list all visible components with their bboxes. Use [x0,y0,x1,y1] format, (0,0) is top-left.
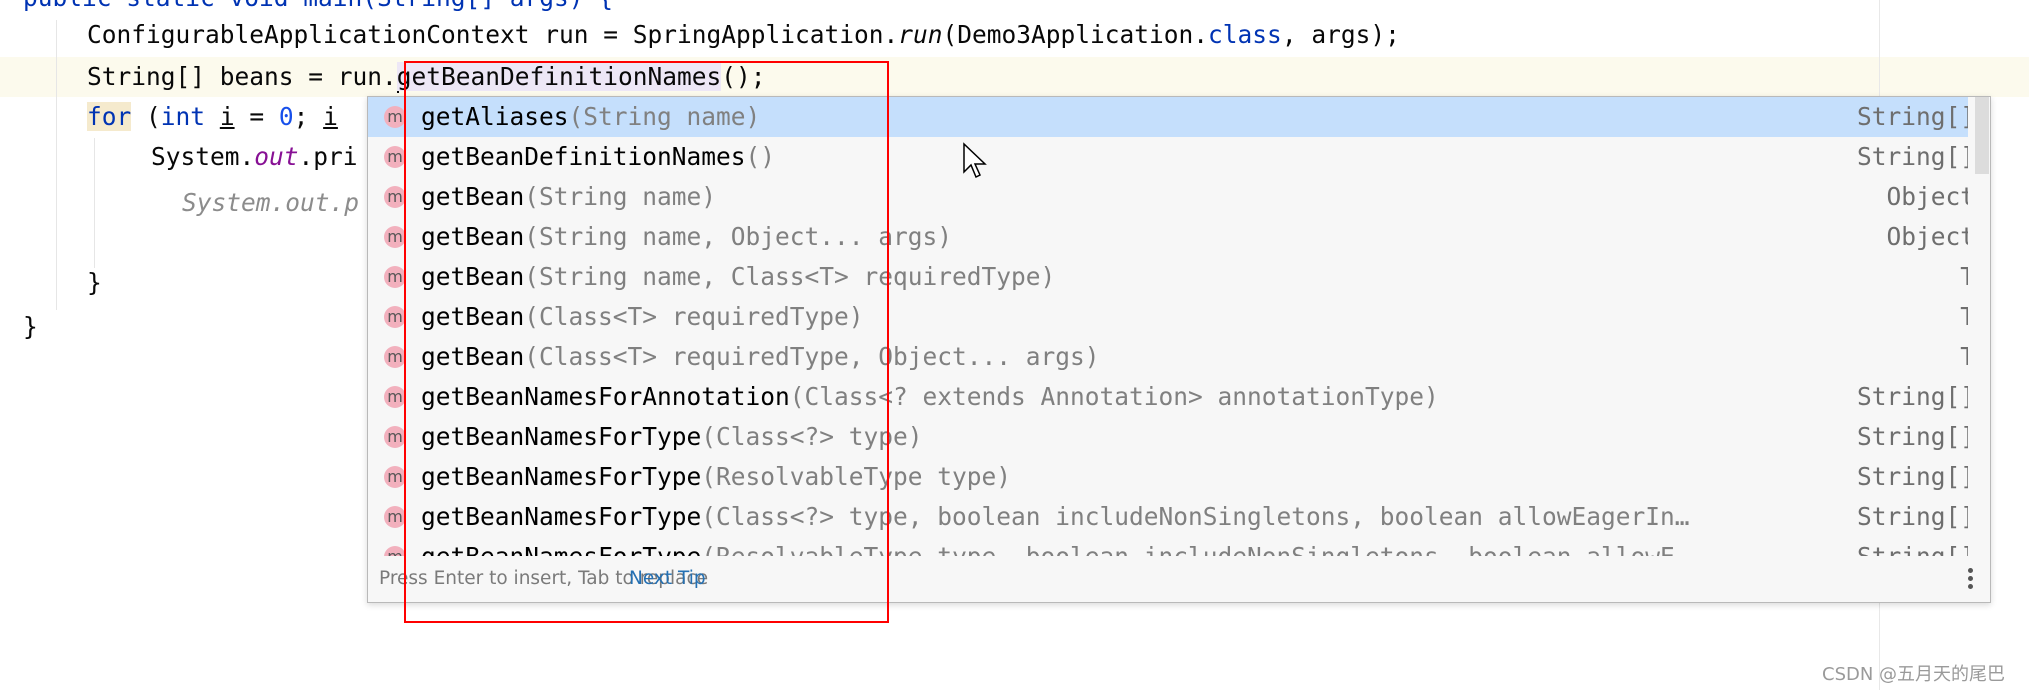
method-icon: m [384,226,406,248]
return-type: String[] [1857,537,1968,556]
return-type: T [1960,337,1968,377]
code-line-run[interactable]: ConfigurableApplicationContext run = Spr… [87,15,1400,55]
annotation-red-box [404,61,889,623]
return-type: Object [1886,182,1968,211]
method-icon: m [384,346,406,368]
code-inlay-hint: System.out.p [182,188,360,217]
return-type: String[] [1856,422,1968,451]
method-icon: m [384,186,406,208]
return-type: Object [1886,222,1968,251]
method-icon: m [384,546,406,556]
method-icon: m [384,306,406,328]
code-line-for[interactable]: for (int i = 0; i [87,97,338,137]
scrollbar-thumb[interactable] [1975,97,1989,174]
method-icon: m [384,146,406,168]
method-icon: m [384,426,406,448]
return-type: String[] [1856,142,1968,171]
method-icon: m [384,106,406,128]
return-type: String[] [1856,502,1968,531]
return-type: String[] [1856,102,1968,131]
return-type: T [1960,297,1968,337]
indent-guide [94,138,95,268]
method-icon: m [384,386,406,408]
watermark: CSDN @五月天的尾巴 [1822,664,2006,685]
completion-scrollbar[interactable] [1975,97,1989,556]
code-line-println[interactable]: System.out.pri [151,137,358,177]
return-type: String[] [1856,462,1968,491]
method-icon: m [384,506,406,528]
method-icon: m [384,466,406,488]
method-icon: m [384,266,406,288]
indent-guide [56,20,57,310]
more-options-icon[interactable] [1968,568,1974,592]
return-type: T [1960,257,1968,297]
code-line-close-method[interactable]: } [23,307,38,347]
return-type: String[] [1856,382,1968,411]
code-line-close-for[interactable]: } [87,263,102,303]
mouse-pointer-icon [963,142,987,179]
